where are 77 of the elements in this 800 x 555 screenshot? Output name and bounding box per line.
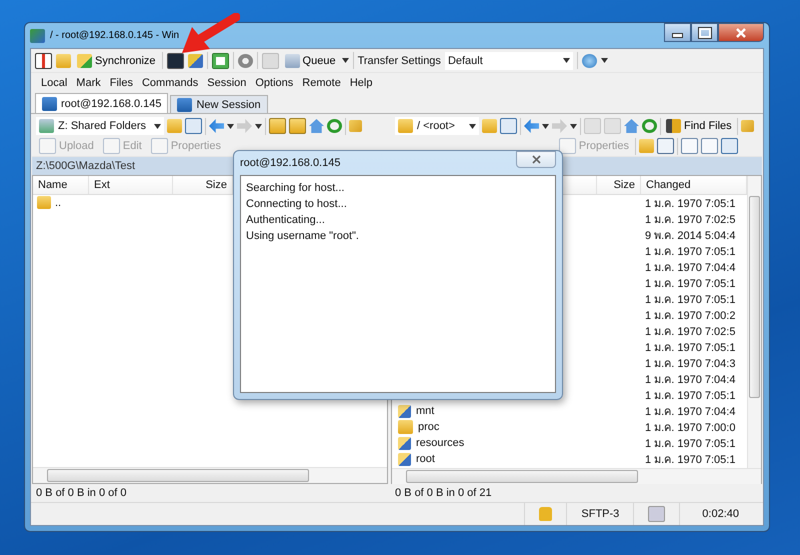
close-icon: [532, 155, 540, 164]
maximize-button[interactable]: [691, 23, 718, 42]
file-name[interactable]: proc: [418, 421, 440, 433]
file-name[interactable]: root: [416, 453, 435, 465]
horizontal-scrollbar[interactable]: [392, 468, 761, 484]
vertical-scrollbar[interactable]: [747, 176, 761, 468]
caret-icon[interactable]: [542, 124, 549, 128]
modified-date: 1 ม.ค. 1970 7:04:3: [644, 357, 736, 372]
close-button[interactable]: [516, 151, 556, 168]
modified-date: 1 ม.ค. 1970 7:05:1: [644, 245, 736, 260]
modified-date: 1 ม.ค. 1970 7:05:1: [644, 293, 736, 308]
transfer-settings-label: Transfer Settings: [358, 54, 441, 66]
caret-icon[interactable]: [469, 124, 476, 128]
log-line: Authenticating...: [246, 213, 325, 228]
window-title: / - root@192.168.0.145 - Win: [50, 30, 180, 41]
menu-item[interactable]: Files: [110, 77, 133, 89]
column-header[interactable]: Size: [597, 176, 641, 194]
modified-date: 1 ม.ค. 1970 7:05:1: [644, 277, 736, 292]
column-header[interactable]: Size: [173, 176, 233, 194]
horizontal-scrollbar[interactable]: [33, 467, 387, 483]
drive-dropdown[interactable]: Z: Shared Folders: [36, 117, 164, 135]
caret-icon[interactable]: [154, 124, 161, 128]
caret-icon[interactable]: [570, 124, 577, 128]
session-tab[interactable]: New Session: [170, 95, 268, 113]
modified-date: 1 ม.ค. 1970 7:04:4: [644, 373, 736, 388]
column-header[interactable]: Ext: [89, 176, 173, 194]
session-tab[interactable]: root@192.168.0.145: [35, 93, 168, 113]
modified-date: 1 ม.ค. 1970 7:05:1: [644, 341, 736, 356]
menu-item[interactable]: Options: [255, 77, 294, 89]
modified-date: 1 ม.ค. 1970 7:02:5: [644, 325, 736, 340]
dialog-title: root@192.168.0.145: [240, 157, 340, 169]
log-line: Connecting to host...: [246, 197, 347, 212]
modified-date: 1 ม.ค. 1970 7:04:4: [644, 405, 736, 420]
close-button[interactable]: [718, 23, 764, 42]
caret-icon[interactable]: [342, 58, 349, 63]
home-icon[interactable]: [624, 119, 639, 133]
minimize-button[interactable]: [664, 23, 691, 42]
find-files-button[interactable]: Find Files: [664, 119, 734, 133]
caret-icon[interactable]: [562, 58, 570, 63]
remote-path-dropdown[interactable]: / <root>: [395, 117, 479, 135]
log-line: Searching for host...: [246, 181, 344, 196]
caret-icon[interactable]: [227, 124, 234, 128]
modified-date: 1 ม.ค. 1970 7:04:4: [644, 261, 736, 276]
file-name[interactable]: ..: [55, 196, 62, 208]
synchronize-button[interactable]: Synchronize: [75, 54, 158, 68]
modified-date: 1 ม.ค. 1970 7:02:5: [644, 213, 736, 228]
panel-status: 0 B of 0 B in 0 of 21: [394, 486, 493, 501]
app-icon: [30, 28, 45, 42]
queue-button[interactable]: Queue: [282, 54, 338, 68]
menu-item[interactable]: Help: [350, 77, 372, 89]
modified-date: 1 ม.ค. 1970 7:00:0: [644, 421, 736, 436]
menu-item[interactable]: Remote: [302, 77, 341, 89]
home-icon[interactable]: [309, 119, 324, 133]
menu-item[interactable]: Mark: [76, 77, 101, 89]
modified-date: 1 ม.ค. 1970 7:05:1: [644, 389, 736, 404]
caret-icon[interactable]: [255, 124, 262, 128]
close-icon: [736, 28, 746, 38]
modified-date: 1 ม.ค. 1970 7:05:1: [644, 437, 736, 452]
transfer-settings-dropdown[interactable]: Default: [444, 52, 573, 70]
column-header[interactable]: Changed: [641, 176, 747, 194]
file-name[interactable]: resources: [416, 437, 464, 449]
panel-status: 0 B of 0 B in 0 of 0: [35, 486, 128, 501]
menu-item[interactable]: Local: [41, 77, 68, 89]
menu-item[interactable]: Commands: [142, 77, 198, 89]
modified-date: 9 พ.ค. 2014 5:04:4: [644, 229, 736, 244]
modified-date: 1 ม.ค. 1970 7:05:1: [644, 453, 736, 468]
menu-item[interactable]: Session: [207, 77, 246, 89]
annotation-arrow: [180, 13, 240, 55]
modified-date: 1 ม.ค. 1970 7:05:1: [644, 197, 736, 212]
caret-icon[interactable]: [600, 58, 608, 63]
log-line: Using username "root".: [246, 229, 359, 244]
path-text: Z:\500G\Mazda\Test: [36, 160, 136, 172]
file-name[interactable]: mnt: [416, 405, 434, 417]
protocol-status: SFTP-3: [566, 503, 634, 525]
modified-date: 1 ม.ค. 1970 7:00:2: [644, 309, 736, 324]
column-header[interactable]: Name: [33, 176, 89, 194]
session-timer: 0:02:40: [679, 503, 749, 525]
